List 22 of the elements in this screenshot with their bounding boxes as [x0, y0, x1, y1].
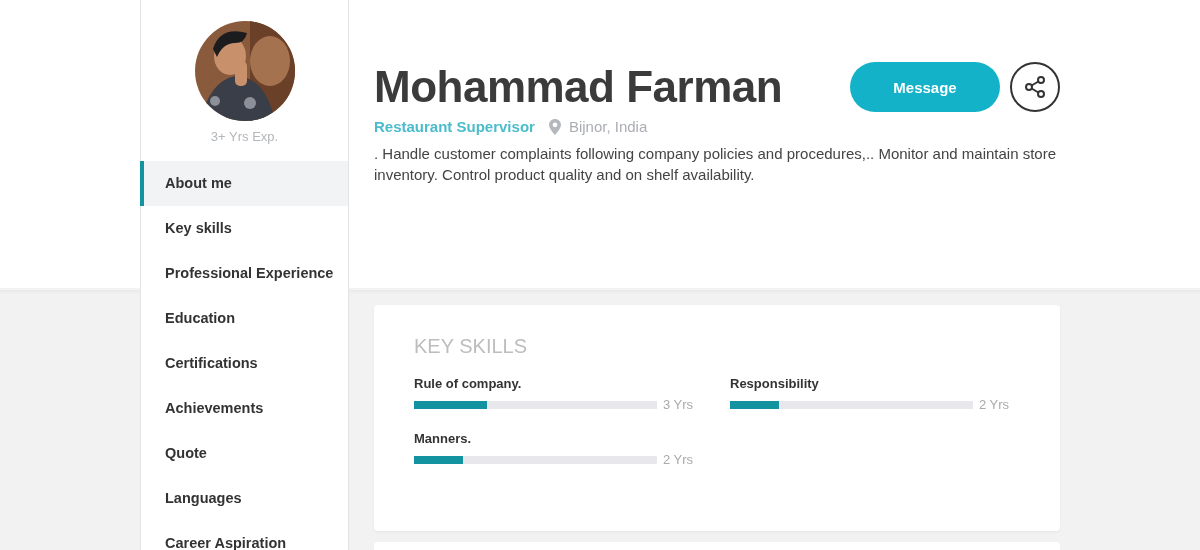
section-title: KEY SKILLS [414, 335, 529, 358]
location-pin-icon [548, 118, 561, 135]
sidebar-item[interactable]: Languages [140, 476, 348, 521]
profile-name: Mohammad Farman [374, 62, 784, 112]
skill-years: 2 Yrs [979, 397, 1010, 412]
skill-name: Responsibility [730, 376, 820, 391]
share-icon[interactable] [1010, 62, 1060, 112]
skill-name: Rule of company. [414, 376, 523, 391]
sidebar-item[interactable]: Quote [140, 431, 348, 476]
skill-years: 2 Yrs [663, 452, 694, 467]
sidebar-item[interactable]: Key skills [140, 206, 348, 251]
sidebar-item[interactable]: About me [140, 161, 348, 206]
sidebar-item[interactable]: Certifications [140, 341, 348, 386]
location-text: Bijnor, India [568, 118, 648, 135]
sidebar-item[interactable]: Education [140, 296, 348, 341]
skill-name: Manners. [414, 431, 473, 446]
sidebar-item[interactable]: Professional Experience [140, 251, 348, 296]
summary-text: . Handle customer complaints following company policies and procedures,.. Monitor and maintain store inventory. Control product quality and on shelf availability. [374, 144, 1057, 185]
sidebar-item[interactable]: Achievements [140, 386, 348, 431]
skill-years: 3 Yrs [663, 397, 694, 412]
experience-text: 3+ Yrs Exp. [210, 129, 279, 146]
job-title: Restaurant Supervisor [374, 118, 535, 135]
